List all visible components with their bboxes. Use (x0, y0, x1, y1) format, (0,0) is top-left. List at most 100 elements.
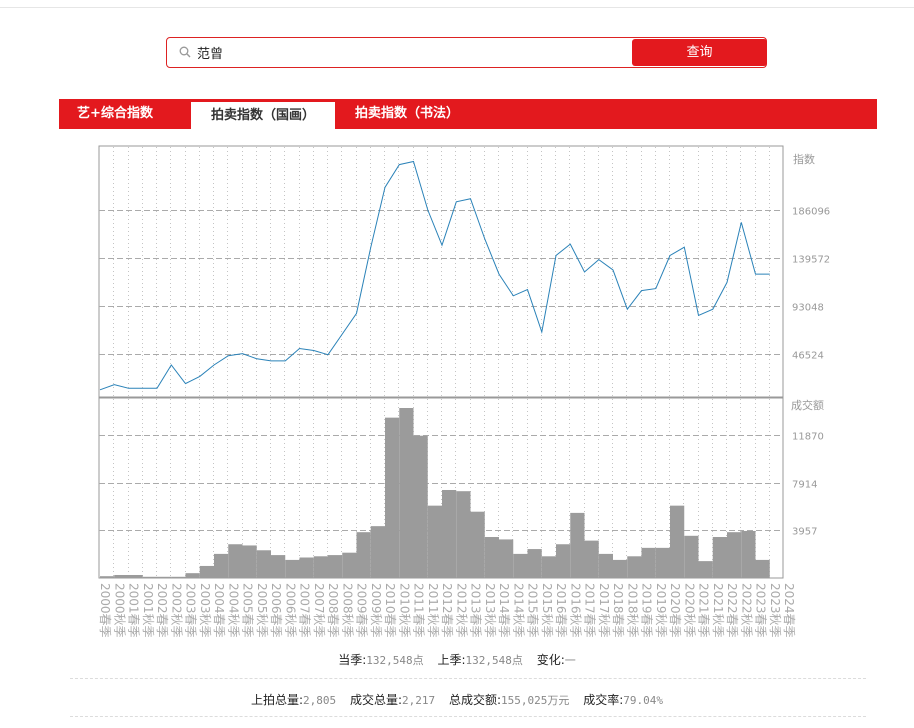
turnover-bar (199, 565, 214, 578)
x-tick-label: 2020春季 (668, 583, 682, 638)
x-tick-label: 2012春季 (440, 583, 454, 638)
x-tick-label: 2002春季 (155, 583, 169, 638)
turnover-bar (285, 559, 300, 578)
x-tick-label: 2005春季 (241, 583, 255, 638)
turnover-bar (313, 556, 328, 578)
rate-label: 成交率: (583, 693, 624, 707)
x-tick-label: 2023春季 (754, 583, 768, 638)
turnover-bar (727, 532, 742, 578)
turnover-bar (584, 540, 599, 578)
x-tick-label: 2016秋季 (568, 583, 582, 638)
turnover-bar (513, 553, 528, 578)
x-tick-label: 2003秋季 (198, 583, 212, 638)
turnover-bar (641, 547, 656, 578)
x-tick-label: 2009春季 (355, 583, 369, 638)
turnover-bar (128, 574, 143, 578)
turnover-bar (684, 535, 699, 578)
x-tick-label: 2019秋季 (654, 583, 668, 638)
turnover-bar (356, 532, 371, 578)
current-value: 132,548点 (366, 654, 424, 667)
x-tick-label: 2014秋季 (511, 583, 525, 638)
x-tick-label: 2015秋季 (540, 583, 554, 638)
turnover-bar (271, 555, 286, 578)
x-tick-label: 2013秋季 (483, 583, 497, 638)
x-tick-label: 2013春季 (469, 583, 483, 638)
turnover-tick-label: 7914 (792, 480, 817, 491)
turnover-tick-label: 11870 (792, 432, 824, 443)
turnover-bar (214, 553, 229, 578)
divider (70, 716, 866, 717)
x-tick-label: 2019春季 (640, 583, 654, 638)
x-tick-label: 2011春季 (412, 583, 426, 638)
turnover-bar (114, 574, 129, 578)
x-tick-label: 2009秋季 (369, 583, 383, 638)
x-tick-label: 2015春季 (526, 583, 540, 638)
turnover-bar (627, 556, 642, 578)
x-tick-label: 2001春季 (127, 583, 141, 638)
sold-value: 2,217 (402, 694, 436, 707)
x-tick-label: 2008春季 (326, 583, 340, 638)
turnover-bar (613, 559, 628, 578)
x-tick-label: 2007春季 (298, 583, 312, 638)
turnover-value: 155,025万元 (501, 694, 570, 707)
turnover-bar (741, 530, 756, 578)
x-tick-label: 2018春季 (611, 583, 625, 638)
turnover-bar (427, 505, 442, 578)
x-tick-label: 2006秋季 (283, 583, 297, 638)
change-label: 变化: (536, 653, 565, 667)
x-tick-label: 2017春季 (583, 583, 597, 638)
turnover-bar (655, 547, 670, 578)
index-chart: 指数 46524 93048 139572 186096 成交额 3957 7914 11870… (98, 145, 830, 638)
index-axis-label: 指数 (793, 152, 815, 166)
last-label: 上季: (437, 653, 466, 667)
x-tick-label: 2017秋季 (597, 583, 611, 638)
turnover-bar (370, 526, 385, 578)
x-tick-label: 2014春季 (497, 583, 511, 638)
turnover-bar (470, 511, 485, 578)
turnover-bar (157, 576, 172, 578)
x-tick-label: 2004春季 (212, 583, 226, 638)
x-tick-label: 2001秋季 (141, 583, 155, 638)
x-tick-label: 2007秋季 (312, 583, 326, 638)
rate-value: 79.04% (623, 694, 664, 707)
divider (70, 678, 866, 679)
turnover-bar (556, 544, 571, 578)
x-tick-label: 2000秋季 (112, 583, 126, 638)
turnover-bar (570, 512, 585, 578)
x-tick-label: 2012秋季 (454, 583, 468, 638)
index-tick-label: 93048 (792, 303, 824, 314)
turnover-bar (456, 491, 471, 578)
turnover-bar (755, 559, 770, 578)
turnover-bar (698, 561, 713, 578)
turnover-label: 总成交额: (448, 693, 502, 707)
turnover-bar (171, 576, 186, 578)
x-tick-label: 2023秋季 (768, 583, 782, 638)
x-tick-label: 2003春季 (184, 583, 198, 638)
index-tick-label: 139572 (792, 255, 830, 266)
turnover-bar (299, 557, 314, 578)
x-tick-label: 2010秋季 (397, 583, 411, 638)
x-tick-label: 2021春季 (697, 583, 711, 638)
turnover-bar (712, 537, 727, 578)
turnover-bar (499, 539, 514, 578)
turnover-bar (385, 417, 400, 578)
x-tick-label: 2010春季 (383, 583, 397, 638)
volume-summary: 上拍总量:2,805 成交总量:2,217 总成交额:155,025万元 成交率… (0, 691, 914, 708)
turnover-bar (527, 549, 542, 578)
x-tick-label: 2008秋季 (340, 583, 354, 638)
turnover-bar (228, 544, 243, 578)
sold-label: 成交总量: (349, 693, 403, 707)
turnover-bar (256, 550, 271, 578)
index-tick-label: 186096 (792, 207, 830, 218)
current-label: 当季: (338, 653, 367, 667)
turnover-bar (399, 408, 414, 578)
change-value: 一 (564, 654, 576, 667)
x-tick-label: 2024春季 (782, 583, 796, 638)
x-tick-label: 2016春季 (554, 583, 568, 638)
index-summary: 当季:132,548点 上季:132,548点 变化:一 (0, 651, 914, 668)
listed-value: 2,805 (303, 694, 337, 707)
turnover-bar (670, 505, 685, 578)
x-tick-label: 2000春季 (98, 583, 112, 638)
x-tick-label: 2022秋季 (739, 583, 753, 638)
x-tick-label: 2022春季 (725, 583, 739, 638)
